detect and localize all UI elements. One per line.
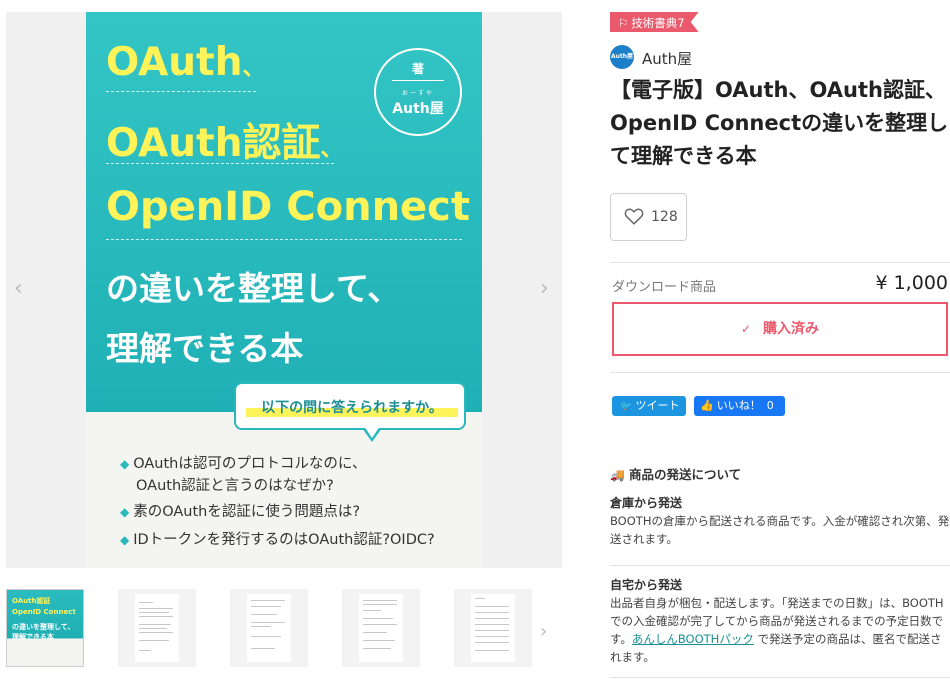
cover-bubble-text: 以下の問に答えられますか。 [246, 397, 458, 417]
cover-question: ◆ 素のOAuthを認証に使う問題点は? [120, 504, 361, 520]
diamond-bullet-icon: ◆ [120, 533, 130, 547]
cover-bubble-tail-inner [364, 426, 380, 438]
facebook-like-count: 0 [766, 399, 774, 412]
download-label: ダウンロード商品 [612, 280, 717, 295]
thumbnail-next-arrow[interactable]: › [540, 621, 547, 643]
cover-title-line4: の違いを整理して、 [106, 269, 401, 308]
divider [610, 565, 950, 566]
truck-icon: 🚚 [610, 468, 625, 482]
author-badge-name: Auth屋 [392, 101, 444, 117]
check-icon: ✓ [740, 322, 752, 336]
diamond-bullet-icon: ◆ [120, 505, 130, 519]
purchased-label: 購入済み [763, 321, 820, 337]
like-button[interactable]: 128 [610, 193, 687, 241]
book-cover-image: OAuth、 OAuth認証、 OpenID Connect の違いを整理して、… [86, 12, 482, 568]
anshin-booth-pack-link[interactable]: あんしんBOOTHパック [632, 632, 754, 646]
author-badge-label: 著 [411, 62, 424, 76]
product-title: 【電子版】OAuth、OAuth認証、OpenID Connectの違いを整理し… [610, 78, 949, 168]
warehouse-shipping-text: BOOTHの倉庫から配送される商品です。入金が確認され次第、発送されます。 [610, 514, 950, 546]
cover-question: ◆ OAuthは認可のプロトコルなのに、 [120, 456, 367, 472]
event-tag[interactable]: ⚐ 技術書典7 [610, 12, 699, 32]
home-shipping-title: 自宅から発送 [610, 578, 683, 592]
shop-name-link[interactable]: Auth屋 [642, 48, 692, 69]
thumbnail-cover[interactable]: OAuth認証 OpenID Connect の違いを整理して、 理解できる本 [6, 589, 84, 667]
product-image-gallery[interactable]: ‹ OAuth、 OAuth認証、 OpenID Connect の違いを整理し… [6, 12, 562, 568]
purchased-button[interactable]: ✓ 購入済み [612, 302, 948, 356]
cover-divider [106, 239, 462, 240]
divider [610, 372, 950, 373]
thumbnail-strip: OAuth認証 OpenID Connect の違いを整理して、 理解できる本 … [6, 589, 562, 669]
cover-divider [106, 163, 334, 164]
thumbnail-page-sheet [247, 594, 291, 662]
thumbnail-cover-text: の違いを整理して、 [12, 623, 75, 631]
home-shipping-text: 出品者自身が梱包・配送します。「発送までの日数」は、BOOTHでの入金確認が完了… [610, 596, 944, 664]
thumbnail-cover-text: 理解できる本 [12, 633, 54, 641]
like-count: 128 [651, 209, 678, 225]
facebook-like-label: いいね！ [716, 399, 761, 412]
cover-question: ◆ IDトークンを発行するのはOAuth認証?OIDC? [120, 532, 435, 548]
shipping-heading: 🚚 商品の発送について [610, 467, 742, 482]
cover-speech-bubble: 以下の問に答えられますか。 [234, 382, 466, 430]
heart-icon [624, 208, 644, 225]
tweet-button[interactable]: 🐦 ツイート [612, 396, 686, 416]
cover-question-continued: OAuth認証と言うのはなぜか? [136, 478, 334, 494]
twitter-bird-icon: 🐦 [620, 401, 633, 412]
thumbnail-page[interactable] [118, 589, 196, 667]
thumbnail-page[interactable] [230, 589, 308, 667]
thumbnail-page-sheet [471, 594, 515, 662]
cover-divider [106, 91, 256, 92]
author-badge-divider [392, 80, 444, 81]
cover-title-line1: OAuth、 [106, 40, 265, 85]
cover-title-line3: OpenID Connect [106, 184, 471, 230]
shop-avatar[interactable]: Auth屋 [610, 45, 634, 69]
cover-title-line5: 理解できる本 [106, 329, 304, 368]
diamond-bullet-icon: ◆ [120, 457, 130, 471]
facebook-like-button[interactable]: 👍 いいね！ 0 [694, 396, 785, 416]
tweet-label: ツイート [635, 399, 680, 412]
gallery-prev-arrow[interactable]: ‹ [14, 278, 23, 300]
flag-icon: ⚐ [618, 16, 629, 30]
thumbnail-page-sheet [359, 594, 403, 662]
author-badge: 著 おーすや Auth屋 [374, 48, 462, 136]
divider [610, 262, 950, 263]
thumbs-up-icon: 👍 [700, 399, 714, 412]
thumbnail-cover-text: OpenID Connect [12, 608, 76, 616]
thumbnail-page[interactable] [342, 589, 420, 667]
thumbnail-page-sheet [135, 594, 179, 662]
price: ¥ 1,000 [875, 272, 948, 294]
thumbnail-page[interactable] [454, 589, 532, 667]
divider [610, 677, 950, 678]
thumbnail-cover-text: OAuth認証 [12, 597, 51, 605]
author-badge-ruby: おーすや [401, 90, 434, 97]
gallery-next-arrow[interactable]: › [540, 278, 549, 300]
event-tag-label: 技術書典7 [631, 16, 685, 30]
cover-title-line2: OAuth認証、 [106, 121, 343, 166]
warehouse-shipping-title: 倉庫から発送 [610, 496, 683, 510]
